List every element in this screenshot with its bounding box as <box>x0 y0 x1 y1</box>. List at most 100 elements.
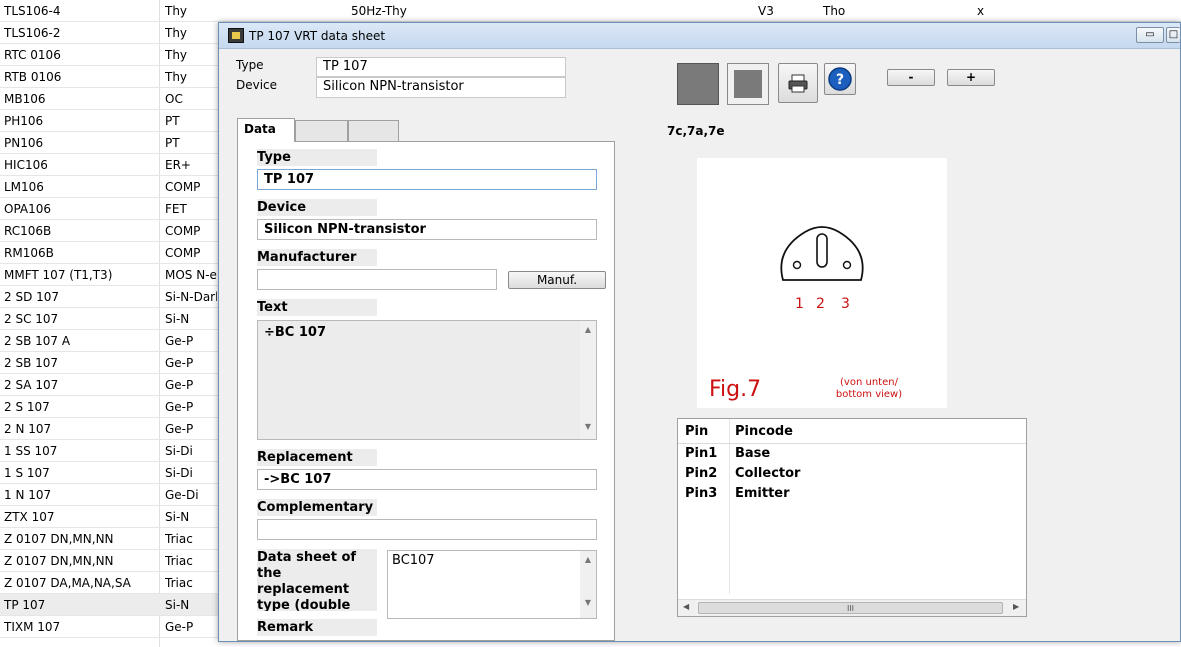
print-button[interactable] <box>778 63 818 103</box>
figure-note-line1: (von unten/ <box>840 377 899 388</box>
row-type: ER+ <box>165 158 191 172</box>
row-type: COMP <box>165 246 201 260</box>
pincode-column-header[interactable]: Pincode <box>735 424 793 439</box>
field-label-replacement: Replacement <box>257 449 377 466</box>
title-bar[interactable]: TP 107 VRT data sheet ▭ □ <box>219 23 1180 49</box>
row-type: MOS N-e <box>165 268 217 282</box>
zoom-out-button[interactable]: - <box>887 69 935 86</box>
row-name: 2 SA 107 <box>4 378 59 392</box>
text-memo[interactable]: ÷BC 107 ▲ ▼ <box>257 320 597 440</box>
scroll-up-icon[interactable]: ▲ <box>580 325 596 334</box>
pin-cell[interactable]: Pin1 <box>685 446 717 461</box>
scroll-down-icon[interactable]: ▼ <box>580 598 596 607</box>
scroll-down-icon[interactable]: ▼ <box>580 422 596 431</box>
row-col6: x <box>977 4 985 18</box>
tab-data[interactable]: Data <box>237 118 295 142</box>
scroll-thumb[interactable]: III <box>698 602 1003 614</box>
maximize-icon: □ <box>1168 29 1179 40</box>
row-type: Si-N <box>165 312 190 326</box>
field-label-remark: Remark <box>257 619 377 636</box>
row-type: OC <box>165 92 183 106</box>
package-drawing: 1 2 3 Fig.7 (von unten/ bottom view) <box>709 226 902 402</box>
row-type: Ge-P <box>165 356 194 370</box>
row-type: PT <box>165 114 180 128</box>
row-type: PT <box>165 136 180 150</box>
pin-table-hscrollbar[interactable]: ◀ III ▶ <box>678 599 1026 616</box>
row-type: Si-N-Darl <box>165 290 217 304</box>
tab-3[interactable] <box>348 120 399 142</box>
row-name: 1 SS 107 <box>4 444 58 458</box>
row-name: TIXM 107 <box>4 620 61 634</box>
datasheet-dialog: TP 107 VRT data sheet ▭ □ Type TP 107 De… <box>218 22 1181 642</box>
datasheet-memo-scrollbar[interactable]: ▲ ▼ <box>580 551 596 618</box>
row-name: RTB 0106 <box>4 70 62 84</box>
field-label-datasheet: Data sheet of the replacement type (doub… <box>257 549 377 611</box>
maximize-button[interactable]: □ <box>1166 27 1180 43</box>
row-type: Thy <box>165 4 188 18</box>
pin-cell[interactable]: Pin2 <box>685 466 717 481</box>
row-name: PH106 <box>4 114 44 128</box>
type-label: Type <box>236 58 264 72</box>
row-type: COMP <box>165 224 201 238</box>
app-icon <box>228 28 244 43</box>
field-label-complementary: Complementary <box>257 499 377 516</box>
row-type: COMP <box>165 180 201 194</box>
row-type: Ge-P <box>165 378 194 392</box>
row-name: TLS106-2 <box>4 26 61 40</box>
svg-text:?: ? <box>836 72 844 88</box>
tab-2[interactable] <box>295 120 348 142</box>
row-type: Ge-P <box>165 400 194 414</box>
datasheet-memo-content: BC107 <box>392 553 435 568</box>
pincode-cell[interactable]: Base <box>735 446 770 461</box>
row-name: ZTX 107 <box>4 510 55 524</box>
device-input[interactable]: Silicon NPN-transistor <box>257 219 597 240</box>
list-row[interactable]: TLS106-4 Thy 50Hz-Thy V3 Tho x <box>0 0 1181 22</box>
row-type: Thy <box>165 26 188 40</box>
row-type: Si-N <box>165 598 190 612</box>
manufacturer-input[interactable] <box>257 269 497 290</box>
row-name: Z 0107 DN,MN,NN <box>4 554 114 568</box>
color-swatch-button[interactable] <box>727 63 769 105</box>
replacement-input[interactable]: ->BC 107 <box>257 469 597 490</box>
row-type: Si-Di <box>165 466 193 480</box>
row-name: RC106B <box>4 224 52 238</box>
row-name: 1 S 107 <box>4 466 50 480</box>
field-label-type: Type <box>257 149 377 166</box>
pin-label-3: 3 <box>841 296 850 312</box>
device-label: Device <box>236 78 278 92</box>
type-input[interactable]: TP 107 <box>257 169 597 190</box>
pincode-cell[interactable]: Collector <box>735 466 800 481</box>
row-name: MMFT 107 (T1,T3) <box>4 268 113 282</box>
scroll-right-icon[interactable]: ▶ <box>1013 602 1019 611</box>
help-button[interactable]: ? <box>824 63 856 95</box>
pincode-cell[interactable]: Emitter <box>735 486 790 501</box>
pin-column-divider <box>729 419 730 594</box>
row-type: FET <box>165 202 187 216</box>
color-swatch-dark[interactable] <box>677 63 719 105</box>
header-type-field[interactable]: TP 107 <box>316 57 566 77</box>
field-label-text: Text <box>257 299 377 316</box>
row-col4: V3 <box>758 4 774 18</box>
text-memo-scrollbar[interactable]: ▲ ▼ <box>580 321 596 439</box>
pin-codes-label: 7c,7a,7e <box>667 124 725 138</box>
row-name: 2 N 107 <box>4 422 52 436</box>
pin-cell[interactable]: Pin3 <box>685 486 717 501</box>
row-name: 2 SD 107 <box>4 290 60 304</box>
header-device-field[interactable]: Silicon NPN-transistor <box>316 77 566 98</box>
datasheet-memo[interactable]: BC107 ▲ ▼ <box>387 550 597 619</box>
manuf-button[interactable]: Manuf. <box>508 271 606 289</box>
pin-column-header[interactable]: Pin <box>685 424 708 439</box>
scroll-left-icon[interactable]: ◀ <box>683 602 689 611</box>
zoom-in-button[interactable]: + <box>947 69 995 86</box>
row-name: HIC106 <box>4 158 48 172</box>
swatch-inner <box>734 70 762 98</box>
field-label-manufacturer: Manufacturer <box>257 249 377 266</box>
minimize-button[interactable]: ▭ <box>1136 27 1164 43</box>
scroll-up-icon[interactable]: ▲ <box>580 555 596 564</box>
row-name: 2 SB 107 <box>4 356 59 370</box>
text-memo-content: ÷BC 107 <box>264 325 327 340</box>
complementary-input[interactable] <box>257 519 597 540</box>
row-type: Ge-P <box>165 334 194 348</box>
row-name: 2 S 107 <box>4 400 50 414</box>
row-name: 2 SB 107 A <box>4 334 71 348</box>
